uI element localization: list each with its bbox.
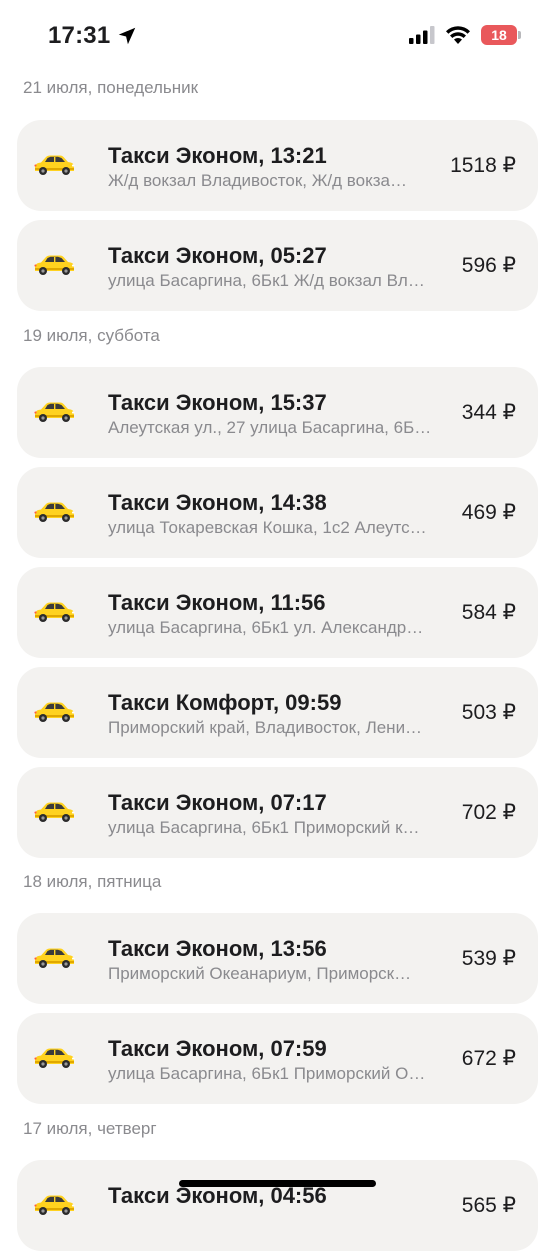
taxi-car-icon	[31, 1190, 77, 1218]
taxi-car-icon	[31, 597, 77, 625]
date-header: 17 июля, четверг	[23, 1119, 157, 1138]
ride-price: 503 ₽	[461, 701, 516, 724]
ride-price: 702 ₽	[461, 801, 516, 824]
ride-card[interactable]: Такси Эконом, 07:17 улица Басаргина, 6Бк1…	[17, 767, 538, 858]
ride-route: Приморский Океанариум, Приморск…	[108, 964, 412, 983]
status-time: 17:31	[48, 22, 138, 50]
ride-route: Алеутская ул., 27 улица Басаргина, 6Б…	[108, 418, 432, 437]
date-header: 18 июля, пятница	[23, 872, 162, 891]
battery-level: 18	[491, 27, 507, 43]
status-bar: 17:31 18	[0, 0, 555, 72]
ride-title: Такси Эконом, 11:56	[108, 590, 326, 615]
ride-route: улица Басаргина, 6Бк1 Приморский О…	[108, 1064, 426, 1083]
taxi-car-icon	[31, 943, 77, 971]
ride-price: 584 ₽	[461, 601, 516, 624]
taxi-car-icon	[31, 797, 77, 825]
ride-title: Такси Эконом, 07:59	[108, 1036, 327, 1061]
ride-price: 1518 ₽	[450, 154, 516, 177]
date-header: 21 июля, понедельник	[23, 78, 199, 97]
location-arrow-icon	[119, 27, 136, 45]
taxi-car-icon	[31, 150, 77, 178]
taxi-car-icon	[31, 1043, 77, 1071]
ride-price: 469 ₽	[461, 501, 516, 524]
ride-route: улица Басаргина, 6Бк1 ул. Александр…	[108, 618, 424, 637]
status-icons: 18	[409, 25, 521, 45]
ride-card[interactable]: Такси Эконом, 07:59 улица Басаргина, 6Бк1…	[17, 1013, 538, 1104]
taxi-car-icon	[31, 697, 77, 725]
ride-route: улица Токаревская Кошка, 1с2 Алеутс…	[108, 518, 427, 537]
ride-price: 565 ₽	[461, 1194, 516, 1217]
taxi-car-icon	[31, 397, 77, 425]
ride-route: Приморский край, Владивосток, Лени…	[108, 718, 423, 737]
wifi-icon	[446, 26, 470, 44]
ride-card[interactable]: Такси Эконом, 05:27 улица Басаргина, 6Бк1…	[17, 220, 538, 311]
taxi-car-icon	[31, 497, 77, 525]
ride-title: Такси Эконом, 14:38	[108, 490, 327, 515]
ride-price: 672 ₽	[461, 1047, 516, 1070]
time-text: 17:31	[48, 22, 111, 49]
ride-card[interactable]: Такси Эконом, 13:56 Приморский Океанариум…	[17, 913, 538, 1004]
home-indicator[interactable]	[179, 1180, 376, 1187]
ride-title: Такси Эконом, 15:37	[108, 390, 327, 415]
ride-route: улица Басаргина, 6Бк1 Ж/д вокзал Вл…	[108, 271, 425, 290]
ride-title: Такси Комфорт, 09:59	[108, 690, 342, 715]
battery-indicator: 18	[481, 25, 521, 45]
ride-card[interactable]: Такси Комфорт, 09:59 Приморский край, Вла…	[17, 667, 538, 758]
ride-title: Такси Эконом, 13:56	[108, 936, 327, 961]
ride-card[interactable]: Такси Эконом, 15:37 Алеутская ул., 27 ули…	[17, 367, 538, 458]
ride-price: 596 ₽	[461, 254, 516, 277]
ride-card[interactable]: Такси Эконом, 14:38 улица Токаревская Кош…	[17, 467, 538, 558]
ride-route: улица Басаргина, 6Бк1 Приморский к…	[108, 818, 420, 837]
date-header: 19 июля, суббота	[23, 326, 160, 345]
ride-card[interactable]: Такси Эконом, 11:56 улица Басаргина, 6Бк1…	[17, 567, 538, 658]
taxi-car-icon	[31, 250, 77, 278]
ride-price: 539 ₽	[461, 947, 516, 970]
ride-price: 344 ₽	[461, 401, 516, 424]
ride-title: Такси Эконом, 05:27	[108, 243, 327, 268]
ride-title: Такси Эконом, 13:21	[108, 143, 327, 168]
ride-card[interactable]: Такси Эконом, 04:56 565 ₽	[17, 1160, 538, 1251]
ride-title: Такси Эконом, 07:17	[108, 790, 327, 815]
ride-card[interactable]: Такси Эконом, 13:21 Ж/д вокзал Владивосто…	[17, 120, 538, 211]
ride-route: Ж/д вокзал Владивосток, Ж/д вокза…	[108, 171, 407, 190]
cellular-signal-icon	[409, 26, 435, 44]
